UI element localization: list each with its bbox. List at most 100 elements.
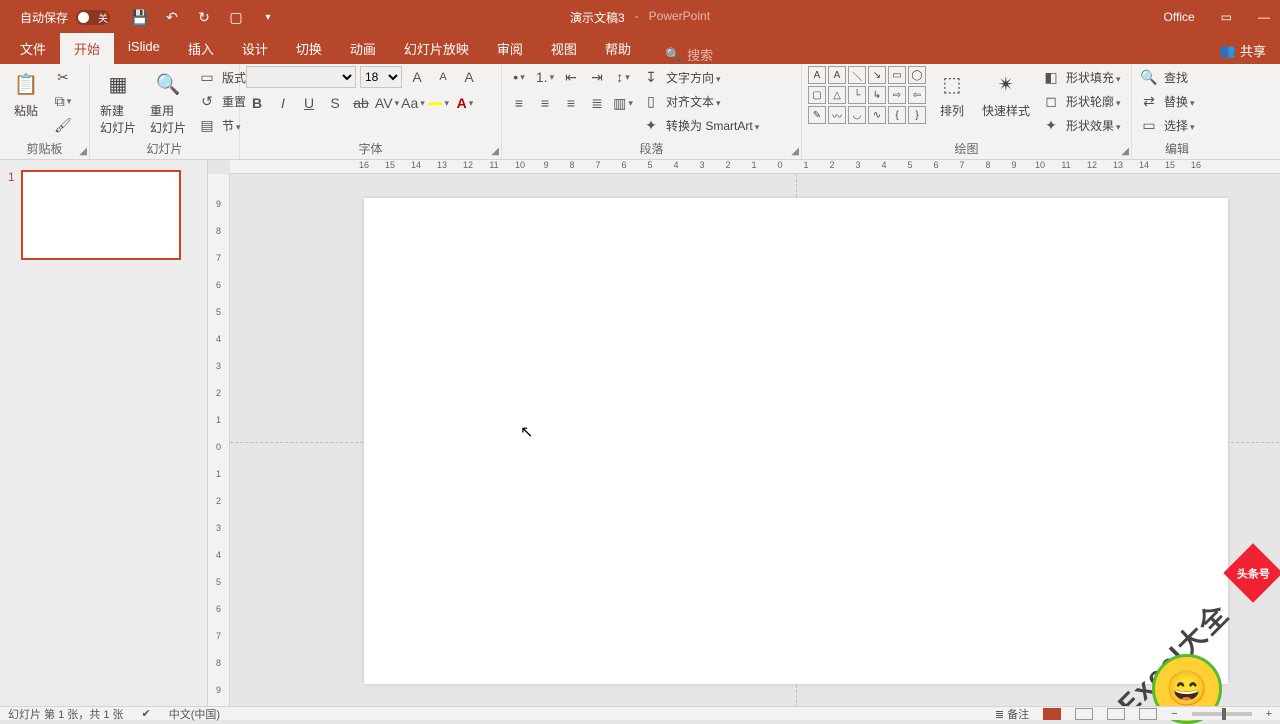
slide-thumbnail-1[interactable]: 1 <box>8 170 199 260</box>
replace-button[interactable]: ⇄替换 <box>1138 90 1195 112</box>
decrease-indent-button[interactable]: ⇤ <box>560 66 582 88</box>
italic-button[interactable]: I <box>272 92 294 114</box>
select-button[interactable]: ▭选择 <box>1138 114 1195 136</box>
shape-effects-button[interactable]: ✦形状效果 <box>1040 114 1121 136</box>
increase-indent-button[interactable]: ⇥ <box>586 66 608 88</box>
clear-format-button[interactable]: A <box>458 66 480 88</box>
text-direction-button[interactable]: ↧文字方向 <box>640 66 759 88</box>
copy-button[interactable]: ⧉ <box>52 90 74 112</box>
new-slide-button[interactable]: ▦ 新建 幻灯片 <box>96 66 140 138</box>
tab-视图[interactable]: 视图 <box>537 33 591 64</box>
font-color-button[interactable]: A <box>454 92 476 114</box>
shape-line-icon[interactable]: ＼ <box>848 66 866 84</box>
shape-fill-button[interactable]: ◧形状填充 <box>1040 66 1121 88</box>
char-spacing-button[interactable]: AV <box>376 92 398 114</box>
minimize-icon[interactable]: — <box>1258 10 1270 24</box>
align-left-button[interactable]: ≡ <box>508 92 530 114</box>
tab-设计[interactable]: 设计 <box>228 33 282 64</box>
underline-button[interactable]: U <box>298 92 320 114</box>
ribbon-display-icon[interactable]: ▭ <box>1221 10 1232 24</box>
tab-动画[interactable]: 动画 <box>336 33 390 64</box>
tab-审阅[interactable]: 审阅 <box>483 33 537 64</box>
cut-button[interactable]: ✂ <box>52 66 74 88</box>
shape-rect-icon[interactable]: ▭ <box>888 66 906 84</box>
paragraph-launcher-icon[interactable]: ◢ <box>791 146 799 157</box>
bullets-button[interactable]: • <box>508 66 530 88</box>
autosave-toggle[interactable]: 自动保存 关 <box>20 9 110 26</box>
quick-styles-button[interactable]: ✴ 快速样式 <box>978 66 1034 121</box>
reading-view-button[interactable] <box>1107 708 1125 720</box>
zoom-out-button[interactable]: − <box>1171 708 1177 720</box>
change-case-button[interactable]: Aa <box>402 92 424 114</box>
shape-roundrect-icon[interactable]: ▢ <box>808 86 826 104</box>
shape-arrowline-icon[interactable]: ↘ <box>868 66 886 84</box>
shape-elbow-arrow-icon[interactable]: ↳ <box>868 86 886 104</box>
shape-left-brace-icon[interactable]: { <box>888 106 906 124</box>
strikethrough-button[interactable]: S <box>324 92 346 114</box>
tab-插入[interactable]: 插入 <box>174 33 228 64</box>
notes-button[interactable]: ≣ 备注 <box>995 706 1029 722</box>
shape-arc-icon[interactable]: ◡ <box>848 106 866 124</box>
tab-开始[interactable]: 开始 <box>60 33 114 64</box>
shape-freeform-icon[interactable]: ✎ <box>808 106 826 124</box>
shape-left-arrow-icon[interactable]: ⇦ <box>908 86 926 104</box>
shape-curve-icon[interactable]: ∿ <box>868 106 886 124</box>
save-icon[interactable]: 💾 <box>132 9 148 25</box>
slide-thumbnails-pane[interactable]: 1 <box>0 160 208 706</box>
format-painter-button[interactable]: 🖌 <box>52 114 74 136</box>
shape-scribble-icon[interactable]: 〰 <box>828 106 846 124</box>
shape-textbox-icon[interactable]: A <box>808 66 826 84</box>
bold-button[interactable]: B <box>246 92 268 114</box>
shape-triangle-icon[interactable]: △ <box>828 86 846 104</box>
language-label[interactable]: 中文(中国) <box>169 706 220 722</box>
shape-vertical-textbox-icon[interactable]: A <box>828 66 846 84</box>
shape-oval-icon[interactable]: ◯ <box>908 66 926 84</box>
shape-outline-button[interactable]: ◻形状轮廓 <box>1040 90 1121 112</box>
font-launcher-icon[interactable]: ◢ <box>491 146 499 157</box>
shapes-gallery[interactable]: A A ＼ ↘ ▭ ◯ ▢ △ └ ↳ ⇨ ⇦ ✎ 〰 ◡ ∿ { } <box>808 66 926 124</box>
highlight-button[interactable] <box>428 92 450 114</box>
clipboard-launcher-icon[interactable]: ◢ <box>79 146 87 157</box>
drawing-launcher-icon[interactable]: ◢ <box>1121 146 1129 157</box>
align-text-button[interactable]: ▯对齐文本 <box>640 90 759 112</box>
columns-button[interactable]: ▥ <box>612 92 634 114</box>
shape-fill-icon: ◧ <box>1040 66 1062 88</box>
tab-iSlide[interactable]: iSlide <box>114 33 174 64</box>
slideshow-icon[interactable]: ▢ <box>228 9 244 25</box>
reuse-slide-button[interactable]: 🔍 重用 幻灯片 <box>146 66 190 138</box>
shape-right-arrow-icon[interactable]: ⇨ <box>888 86 906 104</box>
align-center-button[interactable]: ≡ <box>534 92 556 114</box>
tab-幻灯片放映[interactable]: 幻灯片放映 <box>390 33 483 64</box>
double-strike-button[interactable]: ab <box>350 92 372 114</box>
redo-icon[interactable]: ↻ <box>196 9 212 25</box>
slide-canvas[interactable]: ↖ <box>230 174 1280 706</box>
shrink-font-button[interactable]: A <box>432 66 454 88</box>
spellcheck-icon[interactable]: ✔ <box>142 707 151 720</box>
search-box[interactable]: 🔍 搜索 <box>665 45 713 64</box>
qat-more-icon[interactable]: ▾ <box>260 9 276 25</box>
shape-elbow-icon[interactable]: └ <box>848 86 866 104</box>
zoom-in-button[interactable]: + <box>1266 708 1272 720</box>
paste-button[interactable]: 📋 粘贴 <box>6 66 46 121</box>
shape-right-brace-icon[interactable]: } <box>908 106 926 124</box>
normal-view-button[interactable] <box>1043 708 1061 720</box>
sorter-view-button[interactable] <box>1075 708 1093 720</box>
tab-帮助[interactable]: 帮助 <box>591 33 645 64</box>
line-spacing-button[interactable]: ↕ <box>612 66 634 88</box>
undo-icon[interactable]: ↶ <box>164 9 180 25</box>
slide[interactable] <box>364 198 1228 684</box>
numbering-button[interactable]: 1. <box>534 66 556 88</box>
tab-切换[interactable]: 切换 <box>282 33 336 64</box>
slideshow-view-button[interactable] <box>1139 708 1157 720</box>
find-button[interactable]: 🔍查找 <box>1138 66 1195 88</box>
tab-文件[interactable]: 文件 <box>6 33 60 64</box>
arrange-button[interactable]: ⬚ 排列 <box>932 66 972 121</box>
convert-smartart-button[interactable]: ✦转换为 SmartArt <box>640 114 759 136</box>
share-button[interactable]: 👥 共享 <box>1210 37 1276 64</box>
zoom-slider[interactable] <box>1192 712 1252 716</box>
align-right-button[interactable]: ≡ <box>560 92 582 114</box>
justify-button[interactable]: ≣ <box>586 92 608 114</box>
grow-font-button[interactable]: A <box>406 66 428 88</box>
font-size-input[interactable]: 18 <box>360 66 402 88</box>
font-name-input[interactable] <box>246 66 356 88</box>
